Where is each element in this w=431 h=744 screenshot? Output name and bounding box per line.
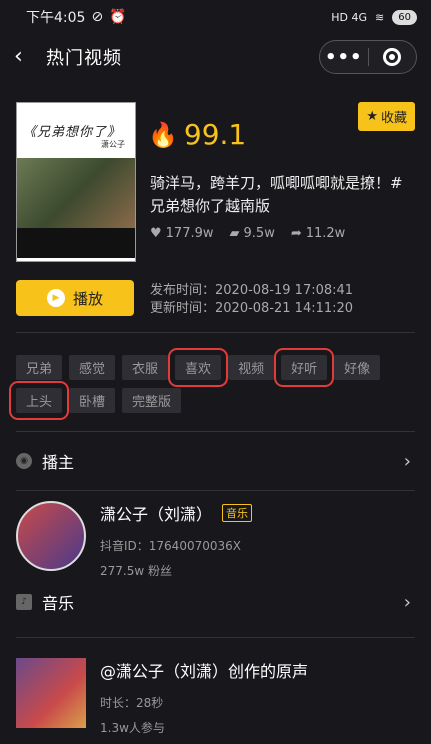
mute-icon: ⊘ bbox=[91, 9, 104, 25]
score-value: 99.1 bbox=[183, 118, 247, 151]
tag-item-highlighted[interactable]: 好听 bbox=[274, 348, 335, 387]
video-card: 《兄弟想你了》 潇公子 ★ 收藏 🔥 99.1 骑洋马，跨羊刀，呱唧呱唧就是撩！… bbox=[16, 102, 415, 332]
updated-time: 更新时间：2020-08-21 14:11:20 bbox=[150, 301, 354, 316]
video-cover[interactable]: 《兄弟想你了》 潇公子 bbox=[16, 102, 136, 262]
play-button[interactable]: ▶ 播放 bbox=[16, 280, 134, 316]
tag-item[interactable]: 衣服 bbox=[122, 355, 169, 380]
status-bar: 下午4:05 ⊘ ⏰ HD 4G ≋ 60 bbox=[0, 0, 431, 34]
tag-item[interactable]: 好像 bbox=[334, 355, 381, 380]
back-icon[interactable]: ‹ bbox=[14, 46, 42, 68]
more-button[interactable]: ••• bbox=[320, 47, 368, 68]
video-description: 骑洋马，跨羊刀，呱唧呱唧就是撩！#兄弟想你了越南版 bbox=[150, 174, 403, 215]
music-row[interactable]: @潇公子（刘潇）创作的原声 时长：28秒 1.3w人参与 bbox=[0, 638, 431, 736]
tag-item[interactable]: 视频 bbox=[228, 355, 275, 380]
close-button[interactable] bbox=[369, 48, 417, 66]
host-section-label: 播主 bbox=[42, 453, 75, 472]
video-stats: ♥ 177.9w ▰ 9.5w ➦ 11.2w bbox=[150, 226, 345, 241]
chevron-right-icon: › bbox=[403, 591, 411, 613]
tag-item[interactable]: 兄弟 bbox=[16, 355, 63, 380]
page-title: 热门视频 bbox=[46, 48, 122, 69]
video-times: 发布时间：2020-08-19 17:08:41 更新时间：2020-08-21… bbox=[150, 282, 353, 318]
wifi-icon: ≋ bbox=[375, 10, 385, 24]
play-icon: ▶ bbox=[46, 289, 65, 307]
creator-name: 潇公子（刘潇） bbox=[100, 505, 213, 524]
comments-count: 9.5w bbox=[243, 226, 275, 241]
tag-item[interactable]: 感觉 bbox=[69, 355, 116, 380]
mini-program-capsule: ••• bbox=[319, 40, 417, 74]
host-section-header[interactable]: ◉ 播主 › bbox=[0, 432, 431, 490]
comments-stat: ▰ 9.5w bbox=[230, 226, 275, 241]
music-title: @潇公子（刘潇）创作的原声 bbox=[100, 662, 309, 681]
favorite-label: 收藏 bbox=[380, 111, 407, 126]
avatar bbox=[16, 501, 86, 571]
likes-stat: ♥ 177.9w bbox=[150, 226, 214, 241]
music-participants: 1.3w人参与 bbox=[100, 721, 165, 735]
creator-row[interactable]: 潇公子（刘潇） 音乐 抖音ID：17640070036X 277.5w 粉丝 bbox=[0, 491, 431, 579]
network-indicator: HD 4G bbox=[331, 10, 368, 24]
tag-item[interactable]: 卧槽 bbox=[69, 388, 116, 413]
cover-title: 《兄弟想你了》 bbox=[23, 125, 122, 140]
flame-icon: 🔥 bbox=[148, 120, 178, 149]
shares-stat: ➦ 11.2w bbox=[291, 226, 345, 241]
comment-icon: ▰ bbox=[229, 226, 240, 241]
cover-subtitle: 潇公子 bbox=[101, 140, 125, 149]
hot-score: 🔥 99.1 bbox=[148, 118, 246, 151]
douyin-id: 抖音ID：17640070036X bbox=[100, 539, 241, 553]
heart-icon: ♥ bbox=[150, 226, 162, 241]
shares-count: 11.2w bbox=[305, 226, 346, 241]
tag-item[interactable]: 完整版 bbox=[122, 388, 182, 413]
tag-item-highlighted[interactable]: 上头 bbox=[8, 381, 70, 420]
tag-item-highlighted[interactable]: 喜欢 bbox=[168, 348, 229, 387]
fans-count: 277.5w 粉丝 bbox=[100, 564, 172, 578]
music-duration: 时长：28秒 bbox=[100, 696, 164, 710]
target-icon bbox=[383, 48, 402, 66]
cover-bottom-bar bbox=[17, 228, 135, 258]
divider bbox=[16, 332, 415, 333]
chevron-right-icon: › bbox=[403, 450, 411, 472]
music-section-label: 音乐 bbox=[42, 594, 75, 613]
favorite-button[interactable]: ★ 收藏 bbox=[358, 102, 415, 131]
music-section-header[interactable]: ♪ 音乐 › bbox=[0, 579, 431, 625]
alarm-icon: ⏰ bbox=[109, 9, 127, 25]
share-icon: ➦ bbox=[290, 226, 302, 241]
category-badge: 音乐 bbox=[222, 504, 253, 522]
likes-count: 177.9w bbox=[165, 226, 214, 241]
star-icon: ★ bbox=[366, 109, 378, 124]
nav-bar: ‹ 热门视频 ••• bbox=[0, 34, 431, 80]
cover-image bbox=[17, 158, 135, 228]
play-label: 播放 bbox=[72, 289, 103, 308]
tag-list: 兄弟 感觉 衣服 喜欢 视频 好听 好像 上头 卧槽 完整版 bbox=[8, 348, 415, 420]
music-note-icon: ♪ bbox=[16, 594, 32, 610]
music-thumbnail bbox=[16, 658, 86, 728]
published-time: 发布时间：2020-08-19 17:08:41 bbox=[150, 283, 354, 298]
lion-icon: ◉ bbox=[16, 453, 32, 469]
status-time: 下午4:05 bbox=[26, 10, 86, 26]
battery-indicator: 60 bbox=[392, 9, 417, 25]
